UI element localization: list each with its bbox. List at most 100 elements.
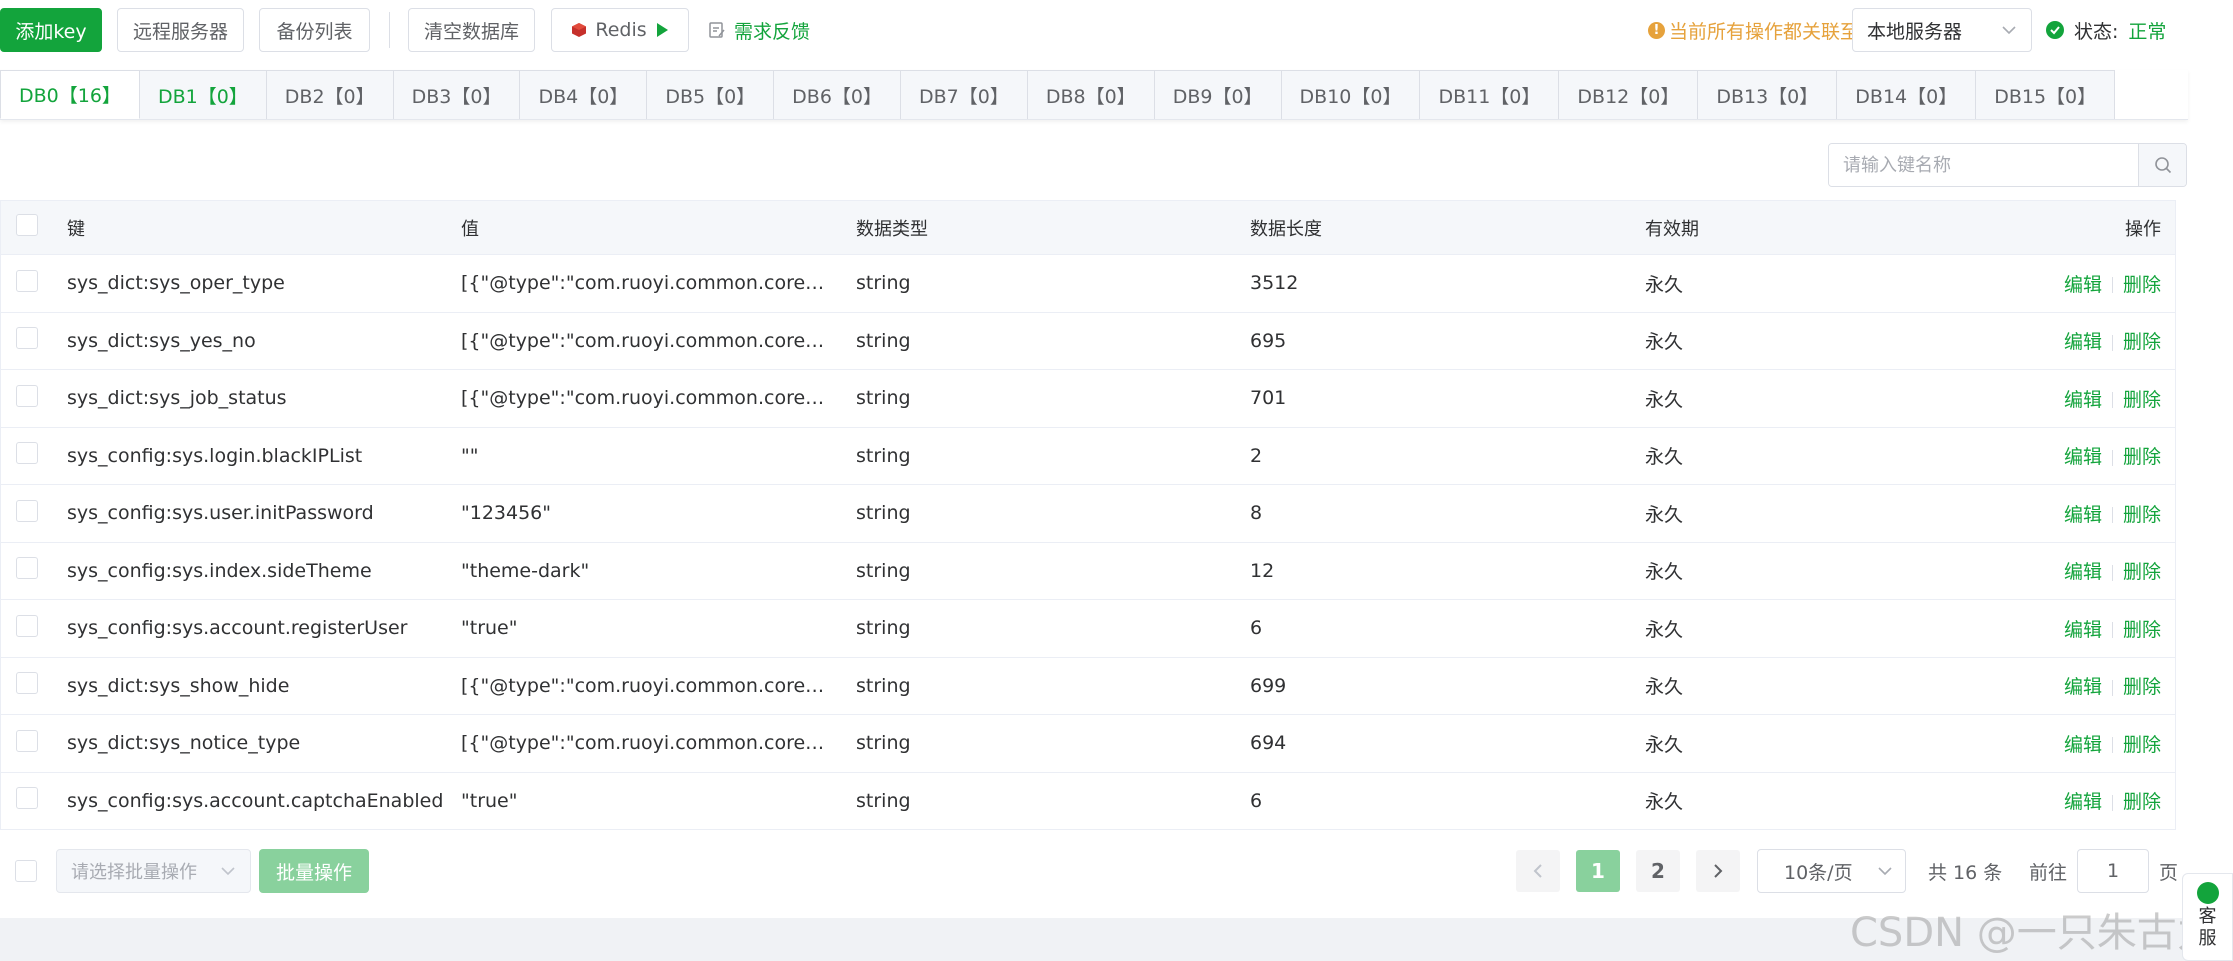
goto-page-input[interactable] [2077, 849, 2150, 893]
cell-ttl: 永久 [1645, 446, 1684, 469]
delete-link[interactable]: 删除 [2123, 619, 2161, 641]
cell-ttl: 永久 [1645, 618, 1684, 641]
page-2-button[interactable]: 2 [1636, 850, 1680, 892]
row-checkbox[interactable] [16, 384, 38, 407]
select-all-checkbox[interactable] [16, 214, 38, 236]
row-checkbox[interactable] [16, 672, 38, 695]
table-body: sys_dict:sys_oper_type [{"@type":"com.ruo… [1, 255, 2175, 830]
delete-link[interactable]: 删除 [2123, 274, 2161, 296]
op-separator [2111, 679, 2113, 696]
cell-value: [{"@type":"com.ruoyi.common.core.dom... [461, 329, 856, 352]
status-value: 正常 [2128, 20, 2167, 43]
delete-link[interactable]: 删除 [2123, 676, 2161, 698]
total-count: 共 16 条 [1928, 861, 2003, 884]
delete-link[interactable]: 删除 [2123, 446, 2161, 468]
redis-button[interactable]: Redis [551, 8, 689, 52]
tab-db2[interactable]: DB2【0】 [266, 70, 394, 119]
tab-db11[interactable]: DB11【0】 [1420, 70, 1560, 119]
cell-ops: 编辑 删除 [1945, 730, 2175, 757]
add-key-button[interactable]: 添加key [0, 8, 102, 52]
footer-select-all-checkbox[interactable] [15, 860, 37, 882]
cell-ttl: 永久 [1645, 733, 1684, 756]
tab-db3[interactable]: DB3【0】 [393, 70, 521, 119]
delete-link[interactable]: 删除 [2123, 561, 2161, 583]
cell-value: "theme-dark" [461, 559, 590, 582]
row-checkbox[interactable] [16, 269, 38, 292]
row-checkbox[interactable] [16, 327, 38, 350]
batch-operation-select[interactable]: 请选择批量操作 [56, 849, 251, 893]
row-checkbox[interactable] [16, 729, 38, 752]
row-checkbox[interactable] [16, 557, 38, 580]
batch-operation-button[interactable]: 批量操作 [259, 849, 369, 893]
op-separator [2111, 737, 2113, 754]
tab-db12[interactable]: DB12【0】 [1559, 70, 1699, 119]
cell-value: [{"@type":"com.ruoyi.common.core.dom... [461, 387, 856, 410]
edit-link[interactable]: 编辑 [2064, 389, 2102, 411]
tab-db15[interactable]: DB15【0】 [1976, 70, 2116, 119]
operation-notice: ! 当前所有操作都关联至 [1648, 8, 1859, 52]
op-separator [2111, 794, 2113, 811]
goto-suffix: 页 [2159, 861, 2179, 884]
tab-db9[interactable]: DB9【0】 [1154, 70, 1282, 119]
feedback-label: 需求反馈 [734, 20, 811, 43]
edit-link[interactable]: 编辑 [2064, 446, 2102, 468]
edit-link[interactable]: 编辑 [2064, 504, 2102, 526]
row-checkbox[interactable] [16, 787, 38, 810]
edit-note-icon [709, 22, 725, 38]
tab-db10[interactable]: DB10【0】 [1281, 70, 1421, 119]
server-select[interactable]: 本地服务器 [1852, 8, 2032, 52]
customer-service-widget[interactable]: 客服 [2182, 873, 2233, 961]
page-1-button[interactable]: 1 [1576, 850, 1620, 892]
tab-db13[interactable]: DB13【0】 [1698, 70, 1838, 119]
tab-db0[interactable]: DB0【16】 [0, 70, 140, 119]
edit-link[interactable]: 编辑 [2064, 791, 2102, 813]
feedback-link[interactable]: 需求反馈 [708, 8, 810, 52]
customer-service-label: 客服 [2198, 906, 2217, 949]
edit-link[interactable]: 编辑 [2064, 619, 2102, 641]
tab-db7[interactable]: DB7【0】 [901, 70, 1028, 119]
tab-db8[interactable]: DB8【0】 [1027, 70, 1155, 119]
backup-list-button[interactable]: 备份列表 [259, 8, 370, 52]
goto-page: 前往 页 [2029, 849, 2178, 893]
delete-link[interactable]: 删除 [2123, 331, 2161, 353]
delete-link[interactable]: 删除 [2123, 504, 2161, 526]
cell-length: 699 [1250, 674, 1287, 697]
batch-select-placeholder: 请选择批量操作 [71, 862, 197, 883]
edit-link[interactable]: 编辑 [2064, 274, 2102, 296]
search-icon [2154, 157, 2171, 174]
edit-link[interactable]: 编辑 [2064, 561, 2102, 583]
prev-page-button[interactable] [1516, 850, 1560, 892]
row-checkbox[interactable] [16, 442, 38, 465]
row-checkbox[interactable] [16, 499, 38, 522]
tab-db1[interactable]: DB1【0】 [139, 70, 267, 119]
page-size-select[interactable]: 10条/页 [1757, 849, 1906, 893]
tab-db4[interactable]: DB4【0】 [520, 70, 648, 119]
row-checkbox[interactable] [16, 614, 38, 637]
chevron-left-icon [1533, 864, 1542, 878]
op-separator [2111, 622, 2113, 639]
remote-server-button[interactable]: 远程服务器 [117, 8, 244, 52]
delete-link[interactable]: 删除 [2123, 389, 2161, 411]
key-search-input[interactable] [1829, 144, 2138, 186]
header-ops: 操作 [2125, 218, 2161, 240]
clear-database-button[interactable]: 清空数据库 [408, 8, 535, 52]
cell-value: "true" [461, 789, 518, 812]
edit-link[interactable]: 编辑 [2064, 734, 2102, 756]
edit-link[interactable]: 编辑 [2064, 331, 2102, 353]
tab-db5[interactable]: DB5【0】 [647, 70, 775, 119]
search-button[interactable] [2138, 144, 2186, 186]
connection-status: 状态: 正常 [2046, 8, 2166, 52]
table-header: 键 值 数据类型 数据长度 有效期 操作 [1, 200, 2175, 255]
header-ttl: 有效期 [1645, 218, 1699, 240]
chevron-down-icon [1878, 867, 1892, 876]
cell-type: string [856, 502, 911, 525]
next-page-button[interactable] [1696, 850, 1740, 892]
cell-key: sys_dict:sys_show_hide [67, 674, 290, 697]
cell-type: string [856, 444, 911, 467]
edit-link[interactable]: 编辑 [2064, 676, 2102, 698]
redis-logo-icon [572, 23, 587, 37]
tab-db6[interactable]: DB6【0】 [774, 70, 901, 119]
delete-link[interactable]: 删除 [2123, 734, 2161, 756]
delete-link[interactable]: 删除 [2123, 791, 2161, 813]
tab-db14[interactable]: DB14【0】 [1837, 70, 1977, 119]
